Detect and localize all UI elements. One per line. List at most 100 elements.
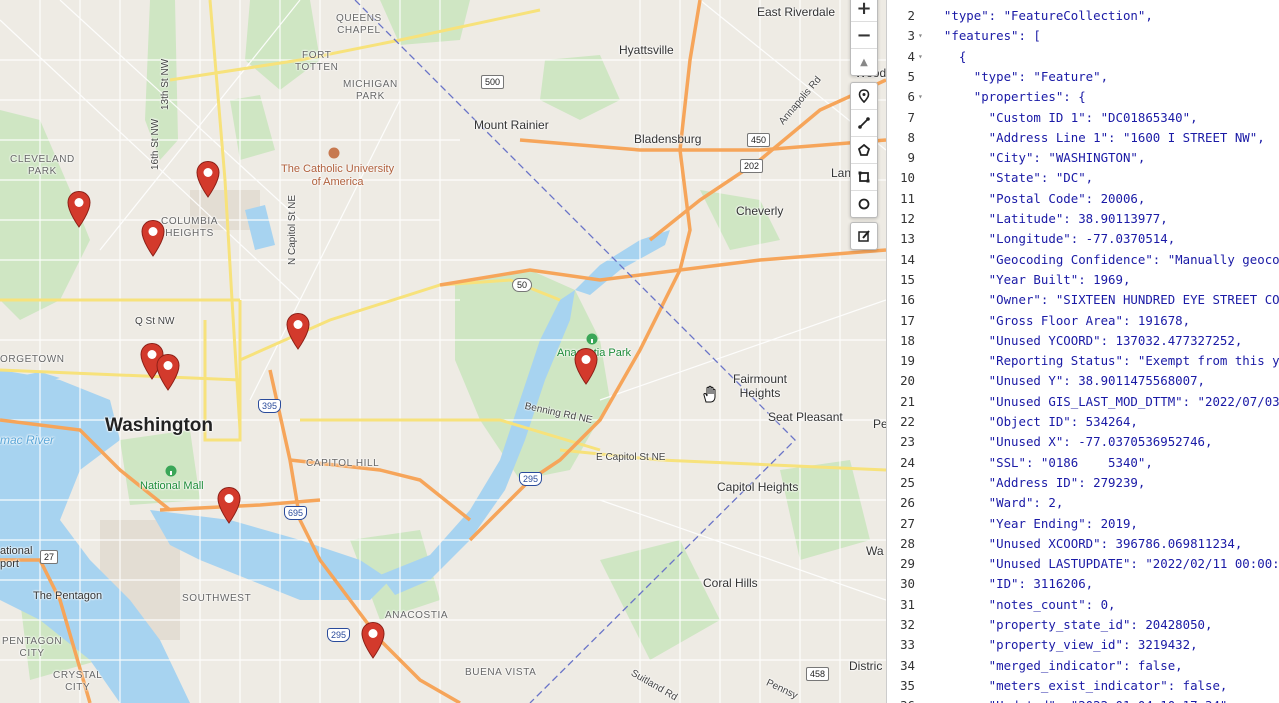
zoom-out-button[interactable]: − (851, 22, 877, 49)
code-line[interactable]: 9 "City": "WASHINGTON", (887, 148, 1279, 168)
map-marker-icon[interactable] (360, 621, 386, 659)
route-shield-458: 458 (806, 667, 830, 681)
line-number: 12 (900, 211, 915, 226)
line-number: 23 (900, 434, 915, 450)
line-number: 8 (907, 129, 915, 145)
code-line[interactable]: 22 "Object ID": 534264, (887, 412, 1279, 432)
code-text: "features": [ (929, 28, 1041, 44)
code-line[interactable]: 21 "Unused GIS_LAST_MOD_DTTM": "2022/07/… (887, 392, 1279, 412)
geojson-editor[interactable]: 2 "type": "FeatureCollection", 3 ▾ "featur… (886, 0, 1279, 703)
code-line[interactable]: 8 "Address Line 1": "1600 I STREET NW", (887, 128, 1279, 148)
code-line[interactable]: 34 "merged_indicator": false, (887, 656, 1279, 676)
code-line[interactable]: 3 ▾ "features": [ (887, 26, 1279, 46)
place-label-the-pentagon: The Pentagon (33, 590, 103, 602)
code-line[interactable]: 7 "Custom ID 1": "DC01865340", (887, 108, 1279, 128)
code-line[interactable]: 18 "Unused YCOORD": 137032.477327252, (887, 331, 1279, 351)
code-text: "Reporting Status": "Exempt from this ye (929, 353, 1279, 369)
code-line[interactable]: 24 "SSL": "0186 5340", (887, 453, 1279, 473)
polyline-icon (858, 117, 870, 129)
place-label-wa: Wa (866, 544, 884, 558)
code-line[interactable]: 19 "Reporting Status": "Exempt from this… (887, 351, 1279, 371)
code-line[interactable]: 13 "Longitude": -77.0370514, (887, 229, 1279, 249)
code-line[interactable]: 36 "Updated": "2022-01-04 10:17:34" (887, 696, 1279, 703)
code-line[interactable]: 12 "Latitude": 38.90113977, (887, 209, 1279, 229)
code-text: { (929, 48, 967, 64)
line-number: 28 (900, 535, 915, 551)
reset-bearing-button[interactable]: ▲ (851, 49, 877, 75)
map-marker-icon[interactable] (155, 353, 181, 391)
code-text: "Unused YCOORD": 137032.477327252, (929, 332, 1243, 348)
edit-tools (850, 222, 878, 250)
code-line[interactable]: 29 "Unused LASTUPDATE": "2022/02/11 00:0… (887, 554, 1279, 574)
map-marker-icon[interactable] (195, 160, 221, 198)
code-line[interactable]: 17 "Gross Floor Area": 191678, (887, 311, 1279, 331)
map-marker-icon[interactable] (66, 190, 92, 228)
code-text: "notes_count": 0, (929, 596, 1116, 612)
draw-polygon-button[interactable] (851, 137, 877, 164)
line-number: 21 (900, 393, 915, 409)
hand-cursor-icon (703, 385, 716, 403)
code-text: "Year Ending": 2019, (929, 515, 1138, 531)
map-marker-icon[interactable] (140, 219, 166, 257)
park-icon (586, 333, 598, 345)
code-line[interactable]: 25 "Address ID": 279239, (887, 473, 1279, 493)
code-line[interactable]: 2 "type": "FeatureCollection", (887, 6, 1279, 26)
code-line[interactable]: 33 "property_view_id": 3219432, (887, 635, 1279, 655)
route-shield-500: 500 (481, 75, 505, 89)
map-marker-icon[interactable] (573, 347, 599, 385)
code-line[interactable]: 27 "Year Ending": 2019, (887, 514, 1279, 534)
code-line[interactable]: 32 "property_state_id": 20428050, (887, 615, 1279, 635)
rectangle-icon (858, 171, 870, 183)
line-number: 2 (907, 8, 915, 23)
place-label-mount-rainier: Mount Rainier (474, 118, 549, 132)
interstate-shield-695: 695 (284, 506, 308, 520)
code-text: "Unused XCOORD": 396786.069811234, (929, 535, 1243, 551)
code-text: "type": "FeatureCollection", (929, 8, 1153, 23)
map-marker-icon[interactable] (216, 486, 242, 524)
code-line[interactable]: 35 "meters_exist_indicator": false, (887, 676, 1279, 696)
code-line[interactable]: 20 "Unused Y": 38.9011475568007, (887, 371, 1279, 391)
place-label-capitol-heights: Capitol Heights (717, 480, 799, 494)
code-line[interactable]: 31 "notes_count": 0, (887, 595, 1279, 615)
place-label-fort-totten: FORT TOTTEN (295, 50, 339, 73)
line-number: 33 (900, 637, 915, 653)
fold-toggle-icon[interactable]: ▾ (918, 26, 926, 46)
code-line[interactable]: 4 ▾ { (887, 47, 1279, 67)
street-label-n-capitol-st: N Capitol St NE (287, 194, 298, 265)
fold-toggle-icon[interactable]: ▾ (918, 47, 926, 67)
line-number: 13 (900, 231, 915, 247)
code-line[interactable]: 30 "ID": 3116206, (887, 574, 1279, 594)
route-shield-450: 450 (747, 133, 771, 147)
fold-toggle-icon[interactable]: ▾ (918, 87, 926, 107)
code-line[interactable]: 26 "Ward": 2, (887, 493, 1279, 513)
map-view[interactable]: East Riverdale QUEENS CHAPEL FORT TOTTEN… (0, 0, 886, 703)
draw-marker-button[interactable] (851, 83, 877, 110)
edit-layers-button[interactable] (851, 223, 877, 249)
water-label-potomac-river: mac River (0, 433, 55, 447)
code-line[interactable]: 6 ▾ "properties": { (887, 87, 1279, 107)
code-line[interactable]: 10 "State": "DC", (887, 168, 1279, 188)
zoom-in-button[interactable]: + (851, 0, 877, 22)
code-line[interactable]: 14 "Geocoding Confidence": "Manually geo… (887, 250, 1279, 270)
map-tiles (0, 0, 886, 703)
draw-tools (850, 82, 878, 218)
interstate-shield-295-south: 295 (327, 628, 351, 642)
draw-rectangle-button[interactable] (851, 164, 877, 191)
draw-polyline-button[interactable] (851, 110, 877, 137)
code-text: "Custom ID 1": "DC01865340", (929, 109, 1198, 125)
code-text: "ID": 3116206, (929, 576, 1094, 592)
map-marker-icon[interactable] (285, 312, 311, 350)
code-text: "Gross Floor Area": 191678, (929, 312, 1191, 328)
place-label-cheverly: Cheverly (736, 204, 784, 218)
code-line[interactable]: 15 "Year Built": 1969, (887, 270, 1279, 290)
draw-circle-button[interactable] (851, 191, 877, 217)
place-label-queens-chapel: QUEENS CHAPEL (336, 13, 382, 36)
code-line[interactable]: 5 "type": "Feature", (887, 67, 1279, 87)
code-line[interactable]: 28 "Unused XCOORD": 396786.069811234, (887, 534, 1279, 554)
code-line[interactable]: 11 "Postal Code": 20006, (887, 189, 1279, 209)
street-label-16th-st: 16th St NW (150, 118, 161, 170)
code-line[interactable]: 16 "Owner": "SIXTEEN HUNDRED EYE STREET … (887, 290, 1279, 310)
university-icon (328, 147, 340, 159)
place-label-capitol-hill: CAPITOL HILL (306, 458, 380, 469)
code-line[interactable]: 23 "Unused X": -77.0370536952746, (887, 432, 1279, 452)
